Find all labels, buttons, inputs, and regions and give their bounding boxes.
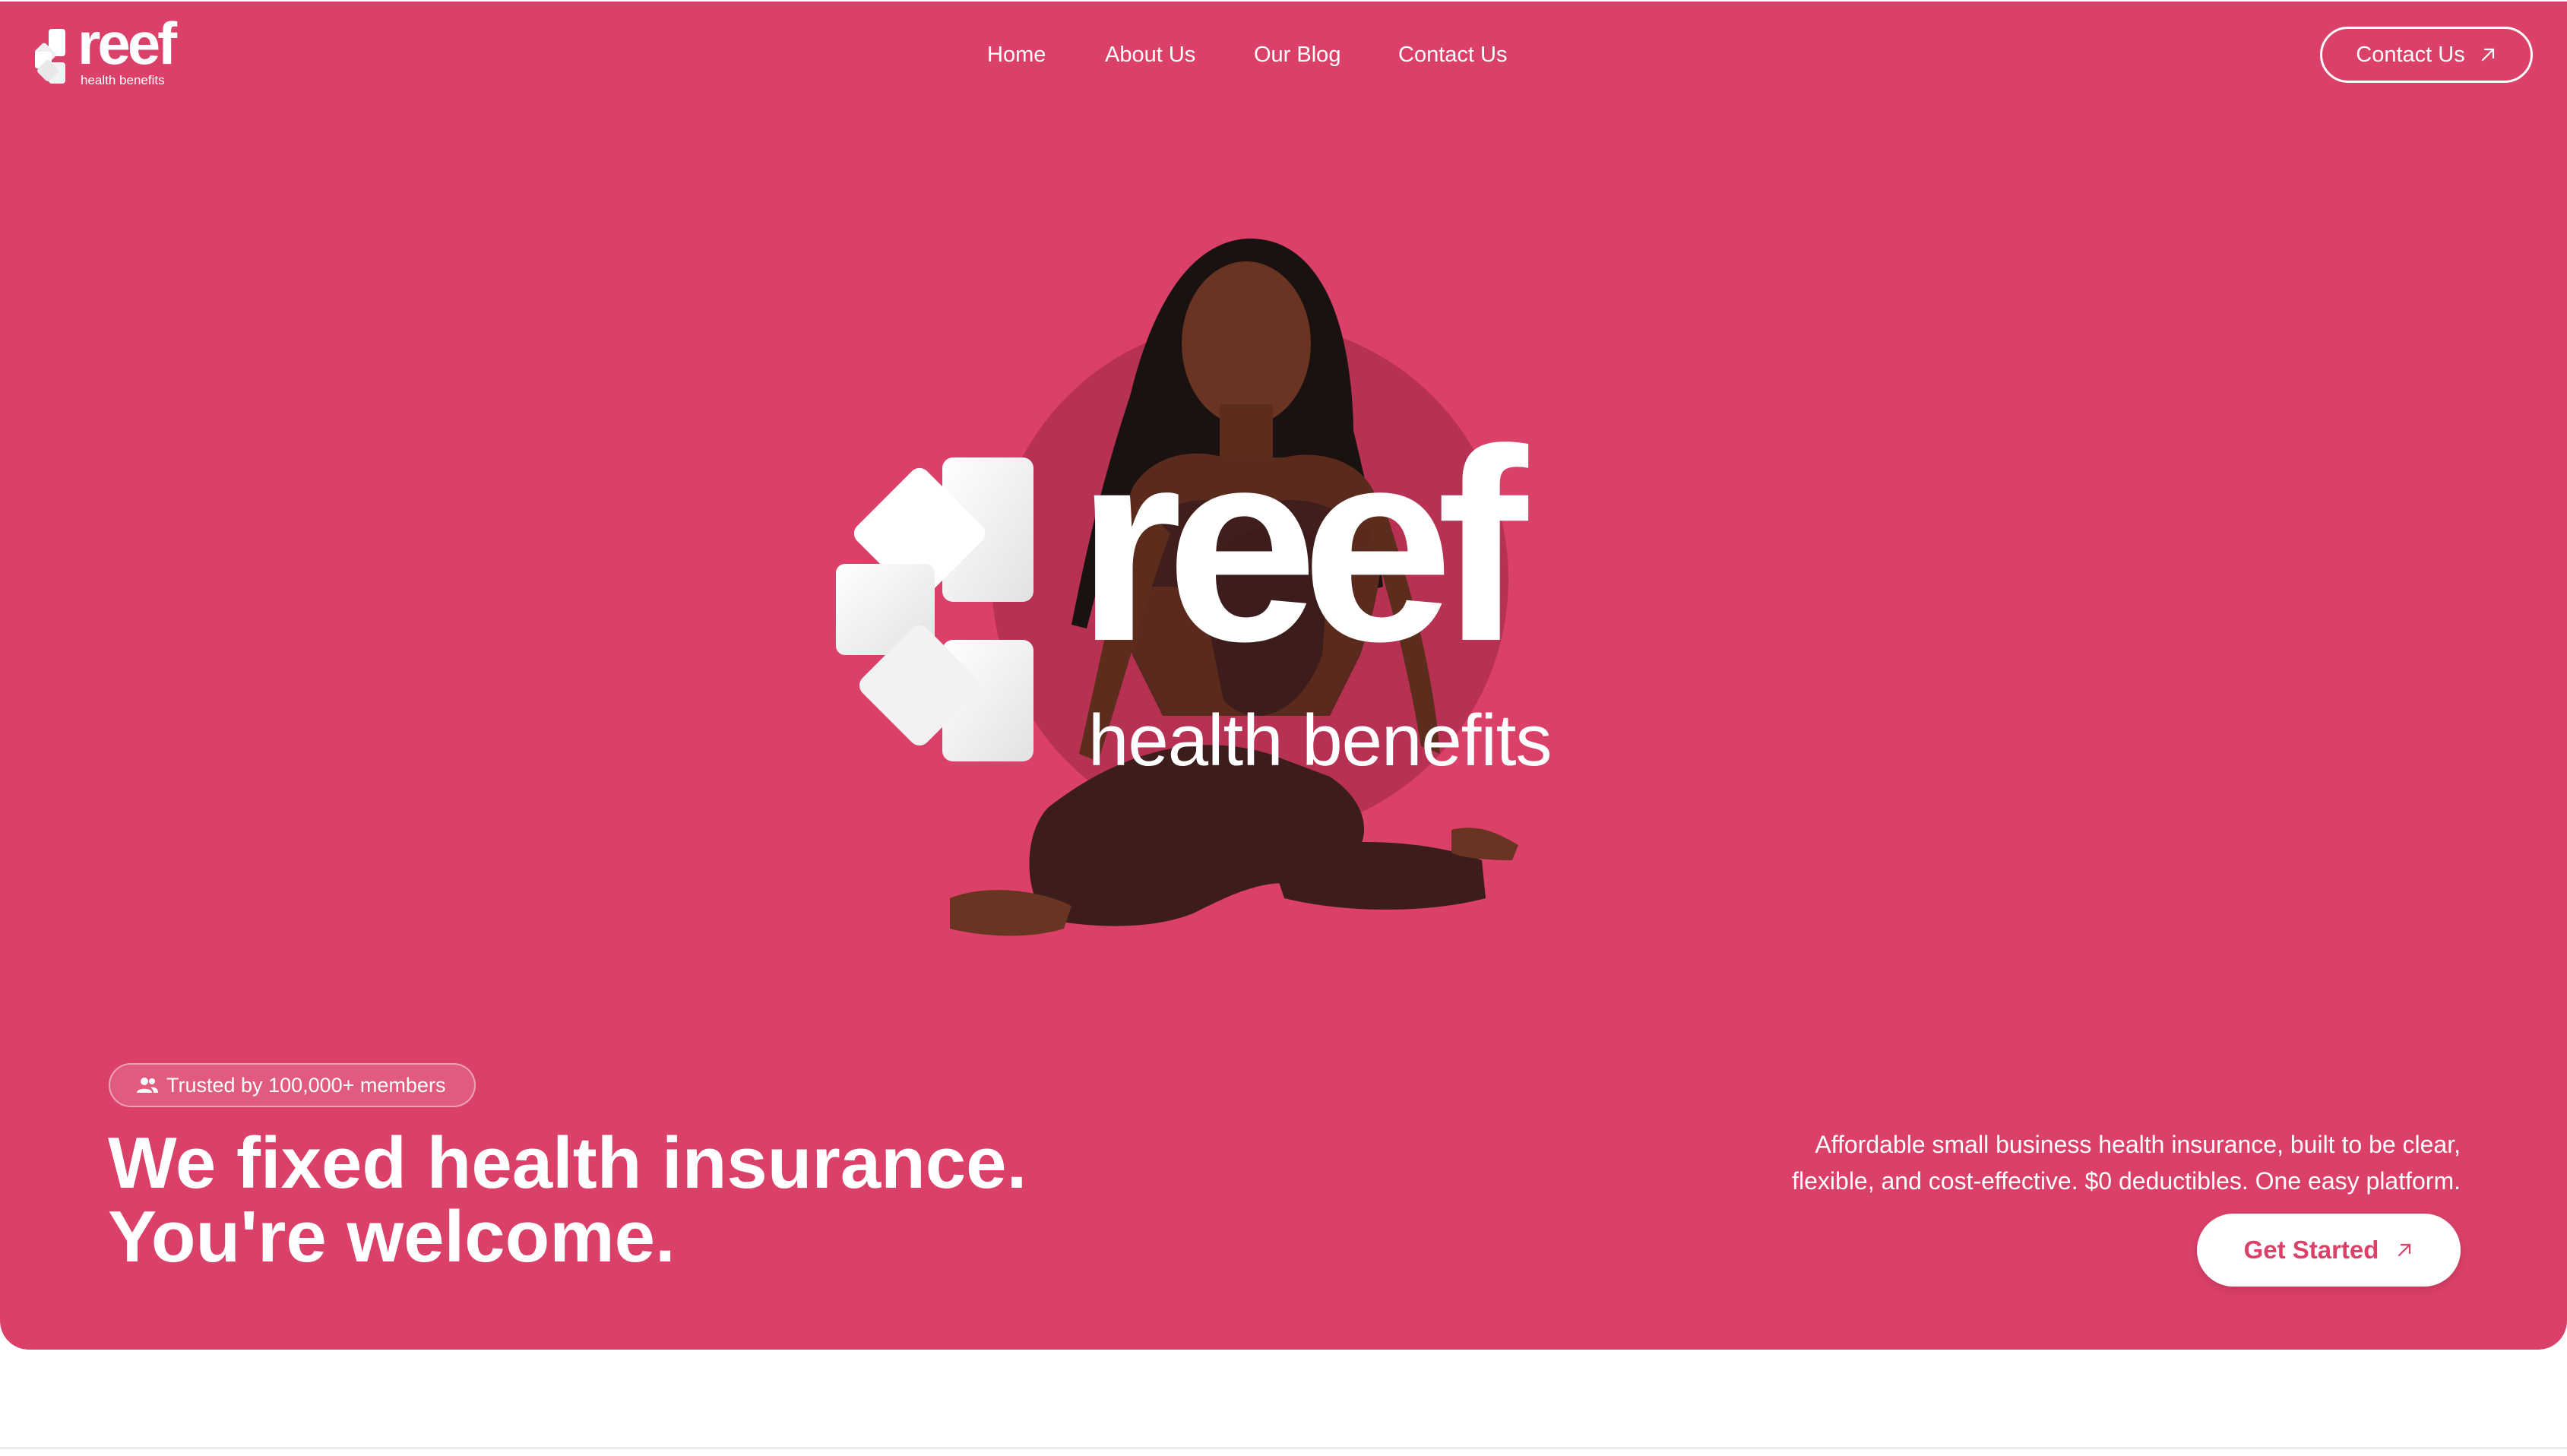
hero-headline-line-2: You're welcome.	[108, 1196, 676, 1277]
hero-headline: We fixed health insurance. You're welcom…	[108, 1126, 1027, 1274]
hero-brand-tagline: health benefits	[1088, 700, 1552, 781]
nav-link-contact-us[interactable]: Contact Us	[1398, 43, 1507, 68]
trust-badge-text: Trusted by 100,000+ members	[166, 1073, 446, 1097]
hero-brand-logo: reef health benefits	[836, 409, 1634, 781]
contact-us-button-label: Contact Us	[2356, 42, 2465, 67]
hero-description-line-1: Affordable small business health insuran…	[1815, 1131, 2461, 1158]
brand-name: reef	[78, 10, 177, 77]
reef-mark-icon	[35, 29, 65, 84]
users-icon	[137, 1078, 158, 1093]
nav-link-our-blog[interactable]: Our Blog	[1254, 43, 1340, 68]
hero-headline-line-1: We fixed health insurance.	[108, 1122, 1027, 1204]
hero-description: Affordable small business health insuran…	[1701, 1126, 2461, 1199]
arrow-up-right-icon	[2398, 1243, 2411, 1257]
contact-us-button[interactable]: Contact Us	[2320, 27, 2533, 83]
hero-brand-name: reef	[1076, 393, 1527, 698]
section-divider	[0, 1447, 2567, 1449]
nav-link-home[interactable]: Home	[987, 43, 1046, 68]
hero-description-line-2: flexible, and cost-effective. $0 deducti…	[1792, 1167, 2461, 1195]
trust-badge: Trusted by 100,000+ members	[109, 1063, 476, 1107]
get-started-button-label: Get Started	[2243, 1236, 2379, 1264]
hero-section: reef health benefits Home About Us Our B…	[0, 2, 2567, 1350]
nav-link-about-us[interactable]: About Us	[1105, 43, 1195, 68]
brand-logo[interactable]: reef health benefits	[35, 14, 187, 91]
brand-tagline: health benefits	[81, 73, 165, 87]
get-started-button[interactable]: Get Started	[2197, 1214, 2461, 1287]
arrow-up-right-icon	[2481, 48, 2494, 62]
reef-mark-icon	[836, 457, 1033, 761]
